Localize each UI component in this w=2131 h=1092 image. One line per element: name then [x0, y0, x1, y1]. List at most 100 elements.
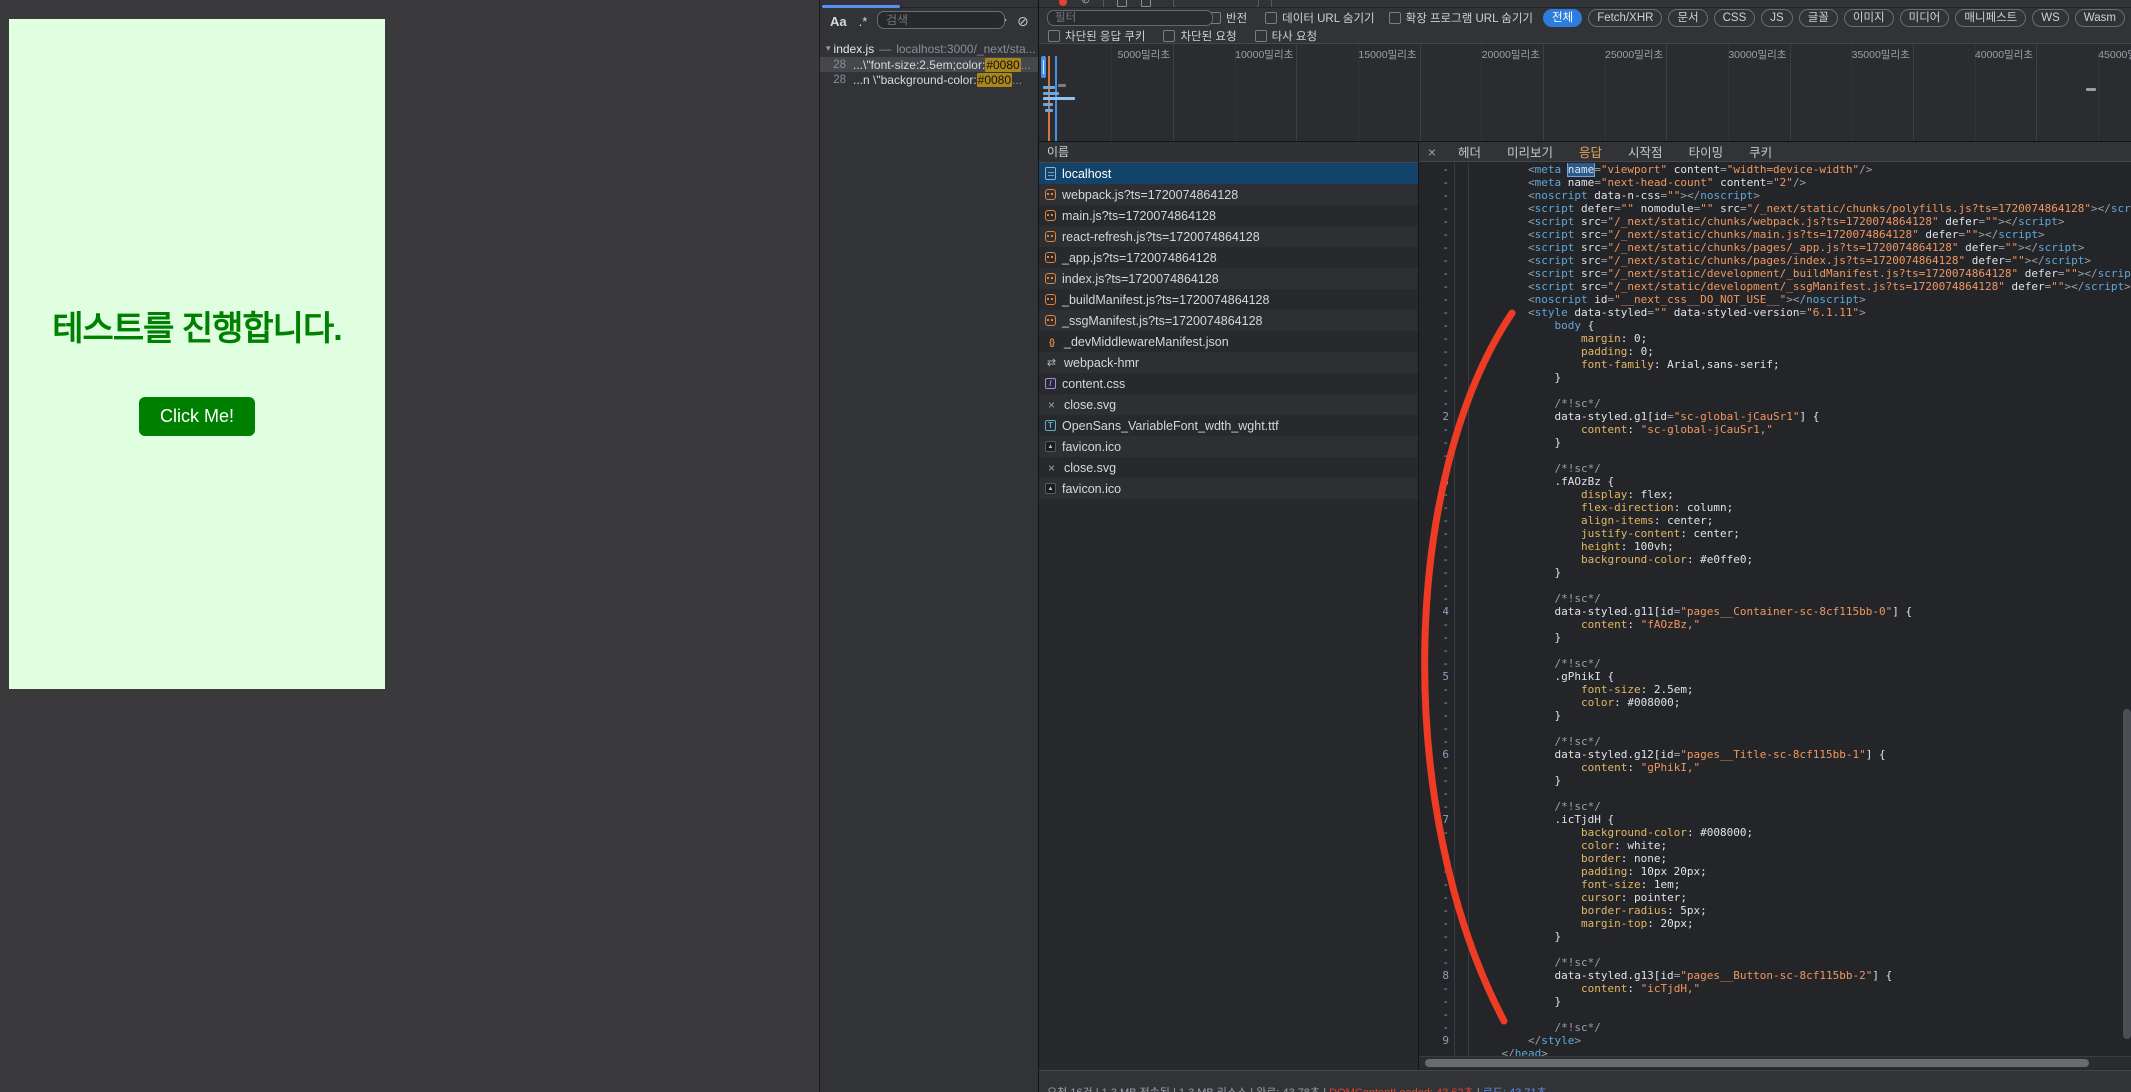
timeline-tick-label: 45000밀리초: [2070, 47, 2131, 62]
blocked-cookies-checkbox[interactable]: 차단된 응답 쿠키: [1048, 28, 1145, 44]
code-line: 8 data-styled.g13[id="pages__Button-sc-8…: [1419, 969, 2131, 982]
horizontal-scrollbar[interactable]: [1419, 1056, 2131, 1069]
line-gutter: -: [1419, 826, 1454, 839]
line-gutter: -: [1419, 553, 1454, 566]
clear-icon[interactable]: ⊘: [1081, 0, 1090, 6]
filter-chip[interactable]: Fetch/XHR: [1588, 9, 1662, 27]
detail-tab[interactable]: 헤더: [1445, 142, 1494, 161]
filter-chip[interactable]: JS: [1761, 9, 1792, 27]
filter-chip[interactable]: Wasm: [2075, 9, 2125, 27]
line-gutter: -: [1419, 176, 1454, 189]
filter-chip[interactable]: 미디어: [1900, 9, 1950, 27]
search-file-row[interactable]: ▾ index.js — localhost:3000/_next/sta...: [820, 41, 1038, 56]
search-input[interactable]: [877, 11, 1005, 29]
table-row[interactable]: react-refresh.js?ts=1720074864128: [1039, 226, 1418, 247]
detail-tab[interactable]: 쿠키: [1736, 142, 1785, 161]
filter-chip[interactable]: 전체: [1543, 9, 1582, 27]
code-line: -: [1419, 1008, 2131, 1021]
code-line: - /*!sc*/: [1419, 956, 2131, 969]
clear-search-icon[interactable]: ⊘: [1017, 13, 1029, 30]
close-icon[interactable]: ×: [1419, 144, 1445, 160]
search-results-list: 28...\"font-size:2.5em;color:#0080...28.…: [820, 57, 1038, 87]
timeline-tick-label: 15000밀리초: [1331, 47, 1417, 62]
search-result-row[interactable]: 28...\"font-size:2.5em;color:#0080...: [820, 57, 1038, 72]
code-text: <script src="/_next/static/chunks/webpac…: [1469, 215, 2065, 228]
checkbox-icon: [1265, 12, 1277, 24]
table-row[interactable]: index.js?ts=1720074864128: [1039, 268, 1418, 289]
record-icon[interactable]: [1059, 0, 1067, 6]
search-file-name: index.js: [834, 42, 875, 56]
filter-chip[interactable]: 글꼴: [1799, 9, 1838, 27]
table-row[interactable]: ×close.svg: [1039, 457, 1418, 478]
code-text: data-styled.g11[id="pages__Container-sc-…: [1469, 605, 1912, 618]
table-row[interactable]: webpack.js?ts=1720074864128: [1039, 184, 1418, 205]
search-icon[interactable]: [1141, 0, 1151, 7]
fold-gutter: [1454, 202, 1469, 215]
code-text: margin: 0;: [1469, 332, 1647, 345]
hide-data-urls-checkbox[interactable]: 데이터 URL 숨기기: [1265, 10, 1374, 26]
line-gutter: -: [1419, 735, 1454, 748]
timeline-overview[interactable]: 5000밀리초10000밀리초15000밀리초20000밀리초25000밀리초3…: [1039, 44, 2131, 142]
fold-gutter: [1454, 566, 1469, 579]
line-gutter: -: [1419, 241, 1454, 254]
line-gutter: -: [1419, 228, 1454, 241]
scrollbar-thumb[interactable]: [1425, 1059, 2089, 1067]
desktop-background: 테스트를 진행합니다. Click Me!: [0, 0, 819, 1092]
table-row[interactable]: ▲favicon.ico: [1039, 478, 1418, 499]
vertical-scrollbar[interactable]: [2123, 164, 2131, 1044]
waterfall-bar: [1043, 92, 1059, 95]
blocked-requests-label: 차단된 요청: [1180, 28, 1236, 44]
table-row[interactable]: _buildManifest.js?ts=1720074864128: [1039, 289, 1418, 310]
code-text: flex-direction: column;: [1469, 501, 1733, 514]
fold-gutter: [1454, 293, 1469, 306]
filter-chip[interactable]: 문서: [1668, 9, 1707, 27]
code-text: }: [1469, 566, 1561, 579]
timeline-drag-handle[interactable]: [1041, 56, 1046, 78]
filter-chip[interactable]: WS: [2032, 9, 2069, 27]
detail-tab[interactable]: 타이밍: [1676, 142, 1737, 161]
table-row[interactable]: {}_devMiddlewareManifest.json: [1039, 331, 1418, 352]
code-text: height: 100vh;: [1469, 540, 1674, 553]
fold-gutter: [1454, 423, 1469, 436]
checkbox-icon: [1163, 30, 1175, 42]
code-text: color: #008000;: [1469, 696, 1680, 709]
detail-tab[interactable]: 미리보기: [1494, 142, 1566, 161]
chevron-down-icon: ▾: [826, 43, 831, 54]
throttling-select[interactable]: [1173, 0, 1259, 8]
filter-funnel-icon[interactable]: [1117, 0, 1127, 7]
regex-toggle[interactable]: .*: [859, 14, 868, 29]
network-filter-input[interactable]: [1047, 10, 1213, 26]
column-header-name[interactable]: 이름: [1039, 142, 1418, 163]
table-row[interactable]: ▲favicon.ico: [1039, 436, 1418, 457]
blocked-requests-checkbox[interactable]: 차단된 요청: [1163, 28, 1236, 44]
table-row[interactable]: ⇄webpack-hmr: [1039, 352, 1418, 373]
code-text: }: [1469, 930, 1561, 943]
third-party-checkbox[interactable]: 타사 요청: [1255, 28, 1318, 44]
line-gutter: -: [1419, 852, 1454, 865]
code-text: border: none;: [1469, 852, 1667, 865]
filter-chip[interactable]: 매니페스트: [1955, 9, 2026, 27]
search-result-row[interactable]: 28...n \"background-color:#0080...: [820, 72, 1038, 87]
fold-gutter: [1454, 969, 1469, 982]
filter-chip[interactable]: 이미지: [1844, 9, 1894, 27]
table-row[interactable]: _app.js?ts=1720074864128: [1039, 247, 1418, 268]
table-row[interactable]: ×close.svg: [1039, 394, 1418, 415]
detail-tab[interactable]: 응답: [1566, 142, 1615, 161]
table-row[interactable]: localhost: [1039, 163, 1418, 184]
table-row[interactable]: main.js?ts=1720074864128: [1039, 205, 1418, 226]
line-gutter: -: [1419, 449, 1454, 462]
click-me-button[interactable]: Click Me!: [139, 397, 255, 436]
response-code-viewer[interactable]: - <meta name="viewport" content="width=d…: [1419, 163, 2131, 1056]
code-line: - /*!sc*/: [1419, 800, 2131, 813]
scrollbar-thumb[interactable]: [2123, 709, 2131, 1039]
waterfall-bar: [1058, 84, 1066, 87]
invert-checkbox[interactable]: 반전: [1209, 10, 1247, 26]
table-row[interactable]: TOpenSans_VariableFont_wdth_wght.ttf: [1039, 415, 1418, 436]
code-text: background-color: #008000;: [1469, 826, 1753, 839]
match-case-toggle[interactable]: Aa: [830, 14, 847, 29]
detail-tab[interactable]: 시작점: [1615, 142, 1676, 161]
table-row[interactable]: _ssgManifest.js?ts=1720074864128: [1039, 310, 1418, 331]
filter-chip[interactable]: CSS: [1714, 9, 1756, 27]
table-row[interactable]: /content.css: [1039, 373, 1418, 394]
hide-extension-urls-checkbox[interactable]: 확장 프로그램 URL 숨기기: [1389, 10, 1533, 26]
